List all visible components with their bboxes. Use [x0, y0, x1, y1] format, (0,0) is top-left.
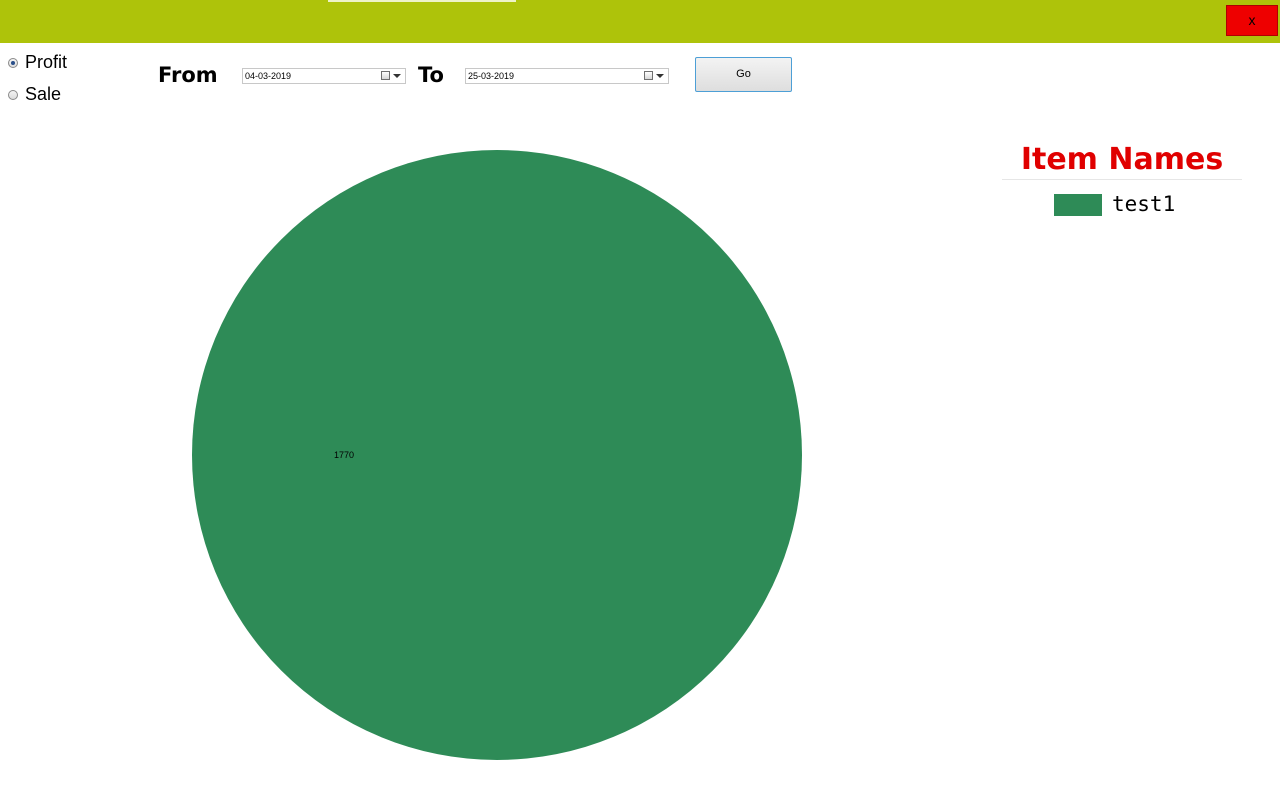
pie-chart: 1770	[192, 150, 802, 760]
pie-data-label: 1770	[334, 450, 354, 460]
pie-slice-test1	[192, 150, 802, 760]
legend-title: Item Names	[1020, 142, 1224, 177]
legend-divider	[1002, 179, 1242, 180]
legend-swatch-test1	[1054, 194, 1102, 216]
legend-label-test1: test1	[1112, 192, 1176, 216]
